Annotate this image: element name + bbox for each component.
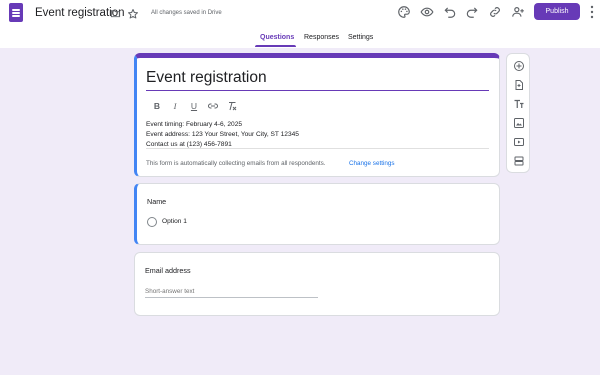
tab-bar: Questions Responses Settings [0,30,600,48]
forms-app-icon[interactable] [9,3,23,22]
question-card-name[interactable]: Name Option 1 [134,183,500,245]
undo-icon[interactable] [443,5,457,19]
folder-icon[interactable] [110,8,121,19]
option-label[interactable]: Option 1 [162,218,187,225]
top-bar: Event registration All changes saved in … [0,0,600,48]
title-underline [146,90,489,91]
active-tab-indicator [255,45,296,47]
palette-icon[interactable] [397,5,411,19]
form-title[interactable]: Event registration [146,69,267,87]
description-line[interactable]: Event timing: February 4-6, 2025 [146,121,242,128]
italic-icon[interactable]: I [169,100,181,112]
import-questions-icon[interactable] [513,79,525,91]
email-collection-notice: This form is automatically collecting em… [146,160,326,167]
more-vert-icon[interactable] [590,5,594,19]
question-title[interactable]: Email address [145,266,191,275]
link-format-icon[interactable] [207,100,219,112]
question-card-email[interactable]: Email address [134,252,500,316]
add-section-icon[interactable] [513,155,525,167]
preview-icon[interactable] [420,5,434,19]
tab-settings[interactable]: Settings [348,34,373,41]
radio-button[interactable] [147,217,157,227]
add-collaborator-icon[interactable] [511,5,525,19]
add-image-icon[interactable] [513,117,525,129]
publish-button[interactable]: Publish [534,3,580,20]
question-toolbar [506,53,530,173]
short-answer-field[interactable] [145,286,318,298]
form-header-card[interactable]: Event registration B I U Event timing: F… [134,53,500,177]
divider [146,148,489,149]
question-title[interactable]: Name [147,197,166,206]
add-title-icon[interactable] [513,98,525,110]
add-question-icon[interactable] [513,60,525,72]
clear-formatting-icon[interactable] [226,100,238,112]
redo-icon[interactable] [465,5,479,19]
tab-questions[interactable]: Questions [260,34,294,41]
star-icon[interactable] [127,8,139,20]
add-video-icon[interactable] [513,136,525,148]
change-settings-link[interactable]: Change settings [349,160,395,167]
bold-icon[interactable]: B [151,100,163,112]
link-icon[interactable] [488,5,502,19]
underline-icon[interactable]: U [188,100,200,112]
save-status: All changes saved in Drive [151,10,222,16]
description-line[interactable]: Event address: 123 Your Street, Your Cit… [146,131,299,138]
description-line[interactable]: Contact us at (123) 456-7891 [146,141,232,148]
tab-responses[interactable]: Responses [304,34,339,41]
